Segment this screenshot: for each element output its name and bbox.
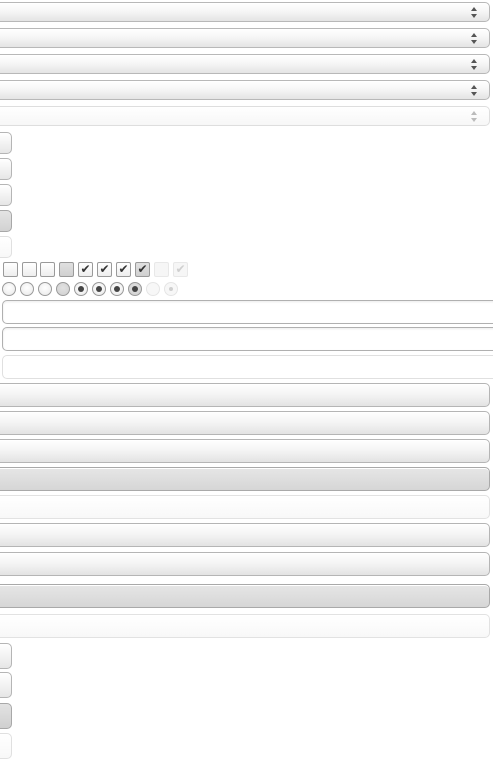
select-arrows-icon <box>471 85 478 96</box>
wide-button-disabled <box>0 495 490 519</box>
radio-1[interactable] <box>2 282 16 296</box>
checkmark-icon: ✔ <box>80 262 91 276</box>
wide-button-4[interactable] <box>0 523 490 547</box>
wide-button-pressed-2[interactable] <box>0 584 490 608</box>
wide-button-3[interactable] <box>0 439 490 463</box>
stub-button-3[interactable] <box>0 184 12 206</box>
checkbox-3[interactable] <box>40 262 55 277</box>
text-field-2[interactable] <box>2 327 493 351</box>
select-dropdown-3[interactable] <box>0 54 490 74</box>
checkbox-2[interactable] <box>22 262 37 277</box>
checkmark-icon: ✔ <box>99 262 110 276</box>
text-field-1[interactable] <box>2 300 493 324</box>
radio-selected-disabled <box>164 282 178 296</box>
stub-button-1[interactable] <box>0 132 12 154</box>
checkmark-icon: ✔ <box>118 262 129 276</box>
radio-disabled <box>146 282 160 296</box>
wide-button-1[interactable] <box>0 383 490 407</box>
wide-button-2[interactable] <box>0 411 490 435</box>
bottom-stub-button-1[interactable] <box>0 643 12 669</box>
radio-3[interactable] <box>38 282 52 296</box>
select-dropdown-1[interactable] <box>0 2 490 22</box>
select-arrows-icon <box>471 7 478 18</box>
checkbox-disabled <box>154 262 169 277</box>
checkmark-icon: ✔ <box>175 262 186 276</box>
select-dropdown-4[interactable] <box>0 80 490 100</box>
checkbox-pressed[interactable] <box>59 262 74 277</box>
stub-button-disabled <box>0 236 12 258</box>
radio-selected-2[interactable] <box>92 282 106 296</box>
radio-2[interactable] <box>20 282 34 296</box>
bottom-stub-button-2[interactable] <box>0 672 12 698</box>
stub-button-pressed[interactable] <box>0 210 12 232</box>
select-arrows-icon <box>471 111 478 122</box>
radio-selected-3[interactable] <box>110 282 124 296</box>
bottom-stub-button-disabled <box>0 733 12 759</box>
checkbox-checked-2[interactable]: ✔ <box>97 262 112 277</box>
select-dropdown-disabled <box>0 106 490 126</box>
stub-button-2[interactable] <box>0 158 12 180</box>
select-arrows-icon <box>471 33 478 44</box>
wide-button-disabled-2 <box>0 614 490 638</box>
wide-button-pressed[interactable] <box>0 467 490 491</box>
checkmark-icon: ✔ <box>137 262 148 276</box>
select-dropdown-2[interactable] <box>0 28 490 48</box>
checkbox-checked-3[interactable]: ✔ <box>116 262 131 277</box>
radio-selected-1[interactable] <box>74 282 88 296</box>
bottom-stub-button-pressed[interactable] <box>0 703 12 729</box>
radio-selected-pressed[interactable] <box>128 282 142 296</box>
checkbox-checked-1[interactable]: ✔ <box>78 262 93 277</box>
text-field-disabled <box>2 355 493 379</box>
checkbox-1[interactable] <box>3 262 18 277</box>
select-arrows-icon <box>471 59 478 70</box>
radio-pressed[interactable] <box>56 282 70 296</box>
wide-button-5[interactable] <box>0 552 490 576</box>
checkbox-checked-disabled: ✔ <box>173 262 188 277</box>
checkbox-checked-pressed[interactable]: ✔ <box>135 262 150 277</box>
